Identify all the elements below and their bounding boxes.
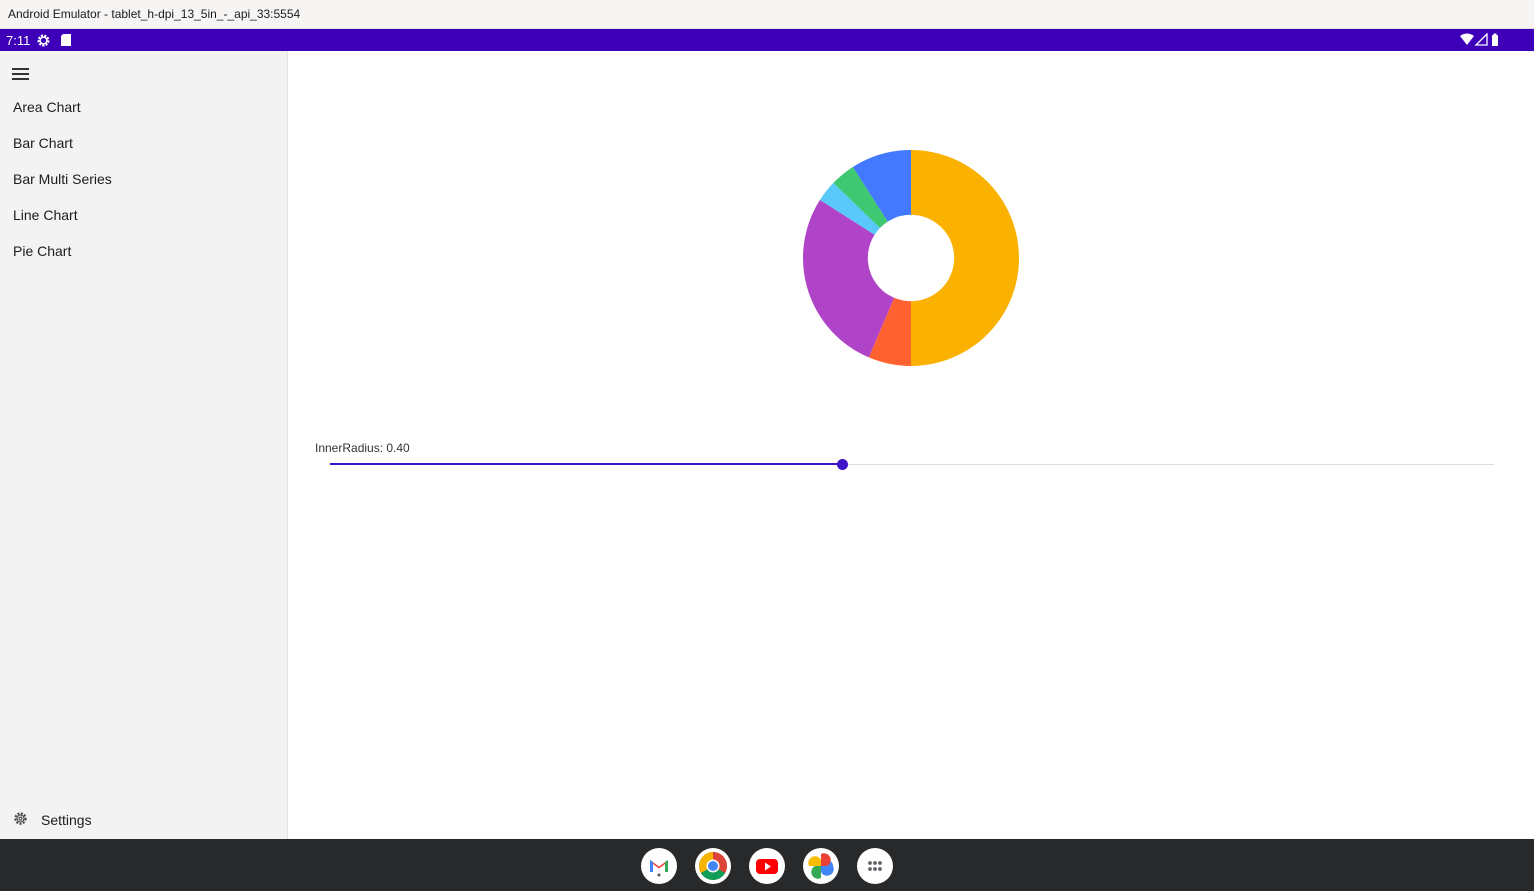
hamburger-menu-icon[interactable] bbox=[12, 68, 29, 80]
window-titlebar: Android Emulator - tablet_h-dpi_13_5in_-… bbox=[0, 0, 1534, 29]
gmail-icon[interactable] bbox=[641, 848, 677, 884]
youtube-icon[interactable] bbox=[749, 848, 785, 884]
nav-item-bar-multi-series[interactable]: Bar Multi Series bbox=[0, 162, 287, 198]
inner-radius-slider[interactable] bbox=[330, 457, 1494, 473]
settings-item[interactable]: Settings bbox=[0, 804, 287, 834]
app-drawer-icon[interactable] bbox=[857, 848, 893, 884]
taskbar-dock bbox=[0, 839, 1534, 891]
battery-icon bbox=[1492, 35, 1498, 46]
slider-thumb[interactable] bbox=[836, 459, 848, 470]
nav-item-pie-chart[interactable]: Pie Chart bbox=[0, 234, 287, 270]
window-title: Android Emulator - tablet_h-dpi_13_5in_-… bbox=[8, 7, 301, 21]
gear-icon bbox=[14, 812, 27, 825]
cellular-signal-icon bbox=[1474, 33, 1488, 46]
nav-item-bar-chart[interactable]: Bar Chart bbox=[0, 126, 287, 162]
inner-radius-label: InnerRadius: 0.40 bbox=[315, 441, 410, 455]
slider-active-track bbox=[330, 463, 843, 465]
status-time: 7:11 bbox=[6, 33, 31, 48]
main-content: InnerRadius: 0.40 bbox=[288, 51, 1534, 839]
wifi-icon bbox=[1460, 33, 1474, 45]
nav-item-label: Bar Multi Series bbox=[13, 171, 112, 187]
pie-slice-0 bbox=[911, 150, 1019, 366]
nav-item-area-chart[interactable]: Area Chart bbox=[0, 90, 287, 126]
donut-chart bbox=[803, 150, 1019, 366]
nav-item-label: Pie Chart bbox=[13, 243, 72, 259]
status-system-icons bbox=[1460, 33, 1498, 46]
nav-item-label: Area Chart bbox=[13, 99, 81, 115]
navigation-drawer: Area Chart Bar Chart Bar Multi Series Li… bbox=[0, 51, 288, 839]
nav-item-label: Line Chart bbox=[13, 207, 78, 223]
nav-item-label: Bar Chart bbox=[13, 135, 73, 151]
status-bar: 7:11 bbox=[0, 29, 1534, 51]
settings-label: Settings bbox=[41, 812, 92, 828]
sd-card-icon bbox=[61, 34, 71, 46]
settings-gear-icon bbox=[37, 34, 50, 47]
photos-icon[interactable] bbox=[803, 848, 839, 884]
nav-item-line-chart[interactable]: Line Chart bbox=[0, 198, 287, 234]
chrome-icon[interactable] bbox=[695, 848, 731, 884]
